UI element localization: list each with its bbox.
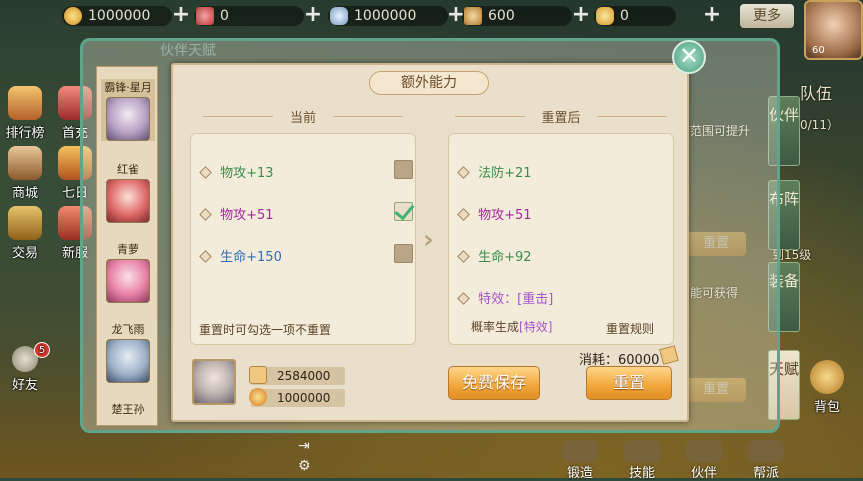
player-level: 60 (812, 45, 825, 56)
current-header: 当前 (203, 107, 403, 126)
nav-partner[interactable]: 伙伴 (680, 440, 728, 481)
currency-scroll: 2584000 (249, 366, 345, 385)
nav-guild[interactable]: 帮派 (742, 440, 790, 481)
ticket-icon (196, 7, 214, 25)
player-avatar[interactable]: 60 (804, 0, 863, 60)
after-header: 重置后 (455, 107, 667, 126)
shop-icon (8, 146, 42, 180)
partner-panel-title: 伙伴天赋 (160, 43, 216, 59)
currency-coin: 1000000 (249, 388, 345, 407)
current-attr-row: 物攻+51 (199, 204, 274, 223)
scroll-icon (249, 366, 267, 384)
reset-button[interactable]: 重置 (586, 366, 672, 400)
friends-badge: 5 (34, 342, 50, 358)
bag-button[interactable]: 背包 (804, 360, 850, 415)
hero-item[interactable]: 霸锋·星月 (101, 79, 155, 141)
diamond-bullet-icon (457, 250, 470, 263)
diamond-bullet-icon (457, 292, 470, 305)
gold-coin-icon (64, 7, 82, 25)
silver-resource: 1000000 (328, 6, 448, 26)
arrow-right-icon: › (423, 225, 434, 255)
diamond-bullet-icon (457, 166, 470, 179)
probability-text: 概率生成[特效] (471, 320, 553, 334)
add-gold-button[interactable]: + (171, 4, 191, 26)
hero-item[interactable]: 青萝 (101, 241, 155, 303)
hero-portrait (106, 179, 150, 223)
close-icon[interactable]: ✕ (672, 40, 706, 74)
lock-checkbox[interactable] (394, 160, 413, 179)
diamond-bullet-icon (457, 208, 470, 221)
diamond-bullet-icon (199, 208, 212, 221)
extra-ability-dialog: 额外能力 当前 重置后 物攻+13 物攻+51 生命+150 重置时可勾选一项不… (171, 63, 689, 422)
lock-hint: 重置时可勾选一项不重置 (199, 323, 332, 337)
bag-icon (810, 360, 844, 394)
hero-list[interactable]: 霸锋·星月 红雀 青萝 龙飞雨 楚王孙 (96, 66, 158, 426)
top-resource-bar: 1000000 + 0 + 1000000 + 600 + 0 + (0, 0, 863, 34)
add-ticket-button[interactable]: + (303, 4, 323, 26)
guild-icon (748, 440, 784, 462)
after-attr-row: 生命+92 (457, 246, 532, 265)
gold-ingot-icon (596, 7, 614, 25)
after-attr-row: 法防+21 (457, 162, 532, 181)
free-save-button[interactable]: 免费保存 (448, 366, 540, 400)
gold-coin-icon (249, 388, 267, 406)
ticket-resource: 0 (194, 6, 304, 26)
more-button[interactable]: 更多 (740, 4, 794, 28)
skills-icon (624, 440, 660, 462)
team-count: 0/11） (800, 118, 839, 132)
add-gold-ingot-button[interactable]: + (702, 4, 722, 26)
current-attr-row: 生命+150 (199, 246, 282, 265)
current-attributes-box: 物攻+13 物攻+51 生命+150 (190, 133, 416, 345)
gold-ingot-resource: 0 (594, 6, 676, 26)
scroll-icon (659, 345, 679, 365)
hero-portrait (106, 339, 150, 383)
hero-portrait (106, 97, 150, 141)
shop-button[interactable]: 商城 (2, 146, 48, 201)
nav-skills[interactable]: 技能 (618, 440, 666, 481)
gold-resource: 1000000 (62, 6, 172, 26)
friends-button[interactable]: 好友 5 (2, 342, 50, 393)
silver-ingot-icon (330, 7, 348, 25)
forge-icon (562, 440, 598, 462)
stamina-icon (464, 7, 482, 25)
team-label: 队伍 (800, 84, 833, 103)
settings-icon[interactable]: ⚙ (298, 458, 311, 474)
dialog-title: 额外能力 (369, 71, 489, 95)
leaderboard-icon (8, 86, 42, 120)
partner-icon (686, 440, 722, 462)
lock-checkbox[interactable] (394, 244, 413, 263)
diamond-bullet-icon (199, 166, 212, 179)
leaderboard-button[interactable]: 排行榜 (2, 86, 48, 141)
after-attr-row: 物攻+51 (457, 204, 532, 223)
diamond-bullet-icon (199, 250, 212, 263)
hero-item[interactable]: 楚王孙 (101, 401, 155, 417)
stamina-resource: 600 (462, 6, 572, 26)
current-attr-row: 物攻+13 (199, 162, 274, 181)
nav-forge[interactable]: 锻造 (556, 440, 604, 481)
trade-icon (8, 206, 42, 240)
hero-portrait (106, 259, 150, 303)
add-stamina-button[interactable]: + (571, 4, 591, 26)
trade-button[interactable]: 交易 (2, 206, 48, 261)
lock-checkbox-checked[interactable] (394, 202, 413, 221)
hero-item[interactable]: 龙飞雨 (101, 321, 155, 383)
after-attributes-box: 法防+21 物攻+51 生命+92 特效：[重击] (448, 133, 674, 345)
hero-item[interactable]: 红雀 (101, 161, 155, 223)
after-attr-row: 特效：[重击] (457, 288, 553, 307)
selected-hero-portrait (192, 359, 236, 405)
reset-rules-link[interactable]: 重置规则 (606, 320, 654, 337)
exit-icon[interactable]: ⇥ (298, 438, 310, 454)
